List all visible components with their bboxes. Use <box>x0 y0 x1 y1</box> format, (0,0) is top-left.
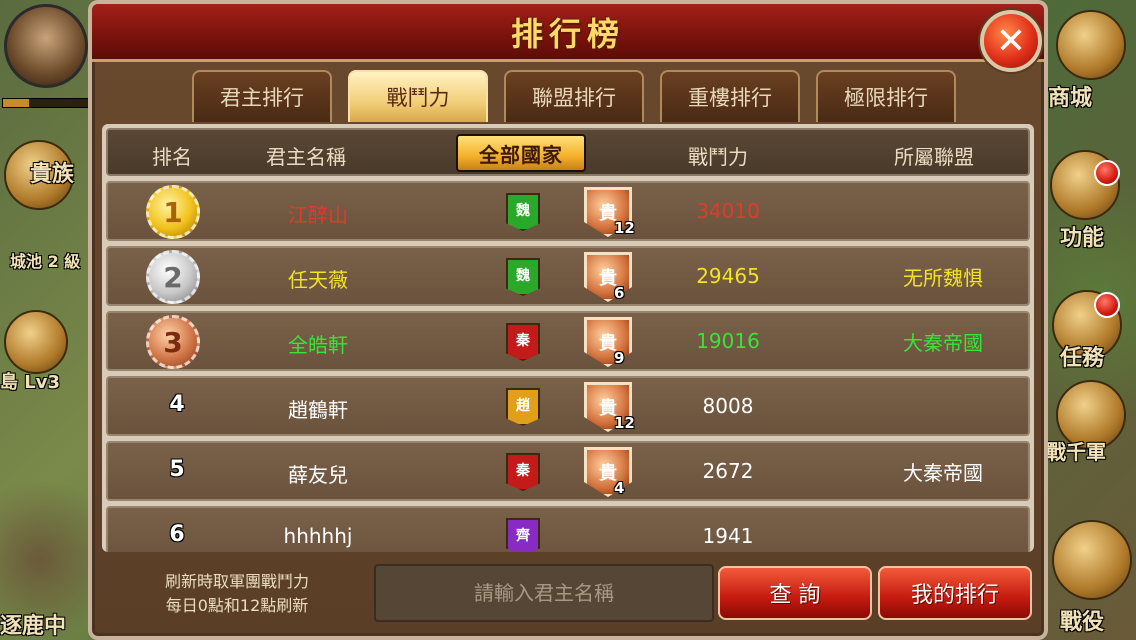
lord-name-search-input[interactable] <box>374 564 714 622</box>
country-filter-button[interactable]: 全部國家 <box>456 134 586 172</box>
close-button[interactable]: ✕ <box>980 10 1042 72</box>
player-avatar[interactable] <box>4 4 88 88</box>
tab-alliance-rank[interactable]: 聯盟排行 <box>504 70 644 122</box>
header-rank: 排名 <box>152 145 192 169</box>
country-banner-icon: 秦 <box>506 323 540 361</box>
shop-icon[interactable] <box>1056 10 1126 80</box>
rank-medal-icon: 1 <box>146 185 200 239</box>
refresh-note-line2: 每日0點和12點刷新 <box>165 596 309 615</box>
vip-badge-icon: 貴 <box>584 317 632 367</box>
exp-bar <box>2 98 92 108</box>
refresh-note: 刷新時取軍團戰鬥力 每日0點和12點刷新 <box>132 570 342 618</box>
lord-name: hhhhhj <box>283 524 353 548</box>
query-button[interactable]: 查 詢 <box>718 566 872 620</box>
right-label-campaign: 戰役 <box>1060 610 1105 635</box>
lord-name: 全皓軒 <box>288 333 348 357</box>
rank-medal-icon: 2 <box>146 250 200 304</box>
country-banner-icon: 趙 <box>506 388 540 426</box>
table-row[interactable]: 5 薛友兒 秦 貴 4 2672 大秦帝國 <box>106 441 1030 501</box>
header-power: 戰鬥力 <box>688 145 748 169</box>
lord-name: 薛友兒 <box>288 463 348 487</box>
lord-name: 趙鶴軒 <box>288 398 348 422</box>
country-banner-icon: 魏 <box>506 193 540 231</box>
country-banner-icon: 魏 <box>506 258 540 296</box>
vip-level: 4 <box>614 479 625 497</box>
country-banner-icon: 齊 <box>506 518 540 552</box>
rank-number: 6 <box>169 522 185 547</box>
chat-icon[interactable] <box>4 310 68 374</box>
header-alliance: 所屬聯盟 <box>894 145 974 169</box>
combat-power-value: 2672 <box>702 459 754 483</box>
table-header: 排名 君主名稱 全部國家 戰鬥力 所屬聯盟 <box>106 128 1030 176</box>
table-row[interactable]: 4 趙鶴軒趙貴 12 8008 <box>106 376 1030 436</box>
ranking-table: 排名 君主名稱 全部國家 戰鬥力 所屬聯盟 1 江醉山魏貴 12 34010 2 任天薇魏… <box>102 124 1034 552</box>
close-icon: ✕ <box>995 20 1027 62</box>
right-label-qianjun: 戰千軍 <box>1046 440 1106 464</box>
tab-tower-rank[interactable]: 重樓排行 <box>660 70 800 122</box>
country-banner-icon: 秦 <box>506 453 540 491</box>
tab-limit-rank[interactable]: 極限排行 <box>816 70 956 122</box>
right-label-function: 功能 <box>1060 226 1105 251</box>
notification-dot <box>1094 292 1120 318</box>
left-hud: 貴族 城池 2 級 島 Lv3 逐鹿中 <box>0 0 100 640</box>
right-label-task: 任務 <box>1060 346 1105 371</box>
alliance-name: 大秦帝國 <box>903 461 983 485</box>
lord-name: 江醉山 <box>288 203 348 227</box>
combat-power-value: 1941 <box>702 524 754 548</box>
table-row[interactable]: 2 任天薇 魏 貴 6 29465 无所魏惧 <box>106 246 1030 306</box>
combat-power-value: 29465 <box>696 264 760 288</box>
rank-number: 5 <box>169 457 185 482</box>
lord-name: 任天薇 <box>288 268 348 292</box>
combat-power-value: 34010 <box>696 199 760 223</box>
table-row[interactable]: 6 hhhhhj 齊 1941 <box>106 506 1030 552</box>
combat-power-value: 19016 <box>696 329 760 353</box>
vip-level: 12 <box>614 414 635 432</box>
left-label-zhulu: 逐鹿中 <box>0 614 67 639</box>
refresh-note-line1: 刷新時取軍團戰鬥力 <box>164 572 309 591</box>
right-hud: 商城 功能 任務 戰千軍 戰役 <box>1040 0 1136 640</box>
right-label-shop: 商城 <box>1048 86 1093 111</box>
crossed-swords-icon[interactable] <box>1052 520 1132 600</box>
alliance-name: 大秦帝國 <box>903 331 983 355</box>
tab-combat-power[interactable]: 戰鬥力 <box>348 70 488 122</box>
table-row[interactable]: 1 江醉山魏貴 12 34010 <box>106 181 1030 241</box>
panel-title-bar: 排行榜 <box>92 4 1044 62</box>
left-label-nobility: 貴族 <box>30 162 75 187</box>
header-name: 君主名稱 <box>266 145 346 169</box>
rank-medal-icon: 3 <box>146 315 200 369</box>
notification-dot <box>1094 160 1120 186</box>
ranking-panel: 排行榜 ✕ 君主排行 戰鬥力 聯盟排行 重樓排行 極限排行 排名 君主名稱 全部… <box>88 0 1048 640</box>
left-label-level: 島 Lv3 <box>0 372 60 393</box>
vip-level: 9 <box>614 349 625 367</box>
table-rows: 1 江醉山魏貴 12 34010 2 任天薇魏貴 6 29465 无所魏惧 3 全皓軒秦貴 9 1901… <box>106 181 1030 552</box>
my-rank-button[interactable]: 我的排行 <box>878 566 1032 620</box>
vip-level: 12 <box>614 219 635 237</box>
rank-number: 4 <box>169 392 185 417</box>
panel-title: 排行榜 <box>510 14 625 53</box>
alliance-name: 无所魏惧 <box>903 266 983 290</box>
tab-lord-rank[interactable]: 君主排行 <box>192 70 332 122</box>
combat-power-value: 8008 <box>702 394 754 418</box>
vip-level: 6 <box>614 284 625 302</box>
ranking-tabs: 君主排行 戰鬥力 聯盟排行 重樓排行 極限排行 <box>192 70 956 122</box>
table-row[interactable]: 3 全皓軒 秦 貴 9 19016 大秦帝國 <box>106 311 1030 371</box>
vip-badge-icon: 貴 <box>584 447 632 497</box>
left-label-city: 城池 2 級 <box>10 252 81 271</box>
vip-badge-icon: 貴 <box>584 252 632 302</box>
